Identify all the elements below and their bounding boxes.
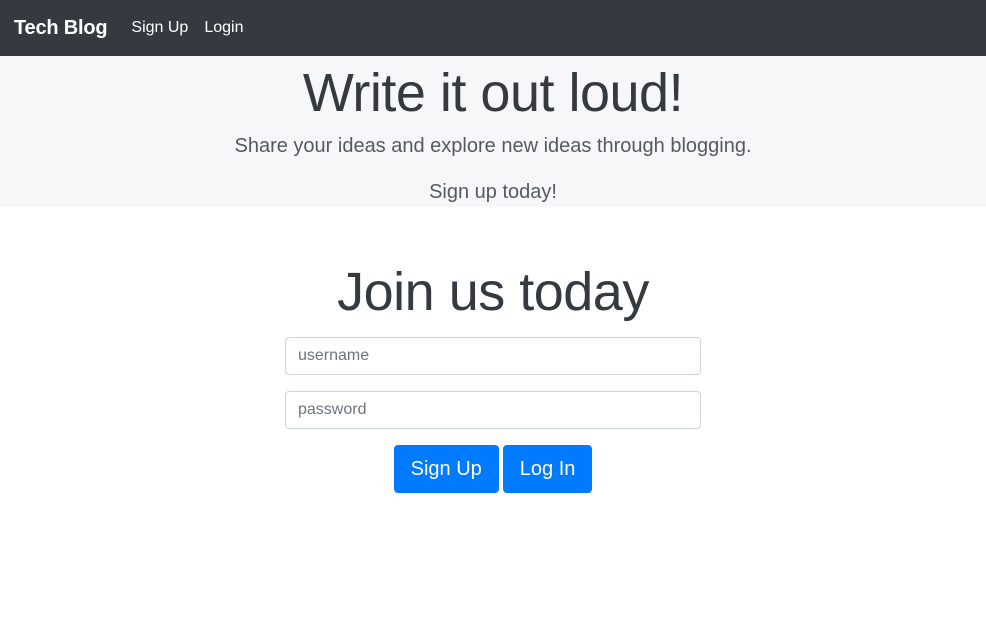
password-input[interactable] [285,391,701,429]
hero-subtitle: Share your ideas and explore new ideas t… [234,135,752,157]
join-title: Join us today [337,262,649,322]
hero-cta-text: Sign up today! [429,181,557,203]
hero-title: Write it out loud! [302,63,684,123]
signup-button[interactable]: Sign Up [393,445,499,493]
nav-link-login[interactable]: Login [204,19,243,37]
brand-link[interactable]: Tech Blog [14,17,108,40]
username-input[interactable] [285,337,701,375]
hero-jumbotron: Write it out loud! Share your ideas and … [0,56,986,207]
login-button[interactable]: Log In [502,445,593,493]
form-buttons: Sign Up Log In [285,445,701,493]
join-section: Join us today Sign Up Log In [0,207,986,493]
nav-link-signup[interactable]: Sign Up [131,19,188,37]
auth-form: Sign Up Log In [285,337,701,493]
navbar: Tech Blog Sign Up Login [0,0,986,56]
